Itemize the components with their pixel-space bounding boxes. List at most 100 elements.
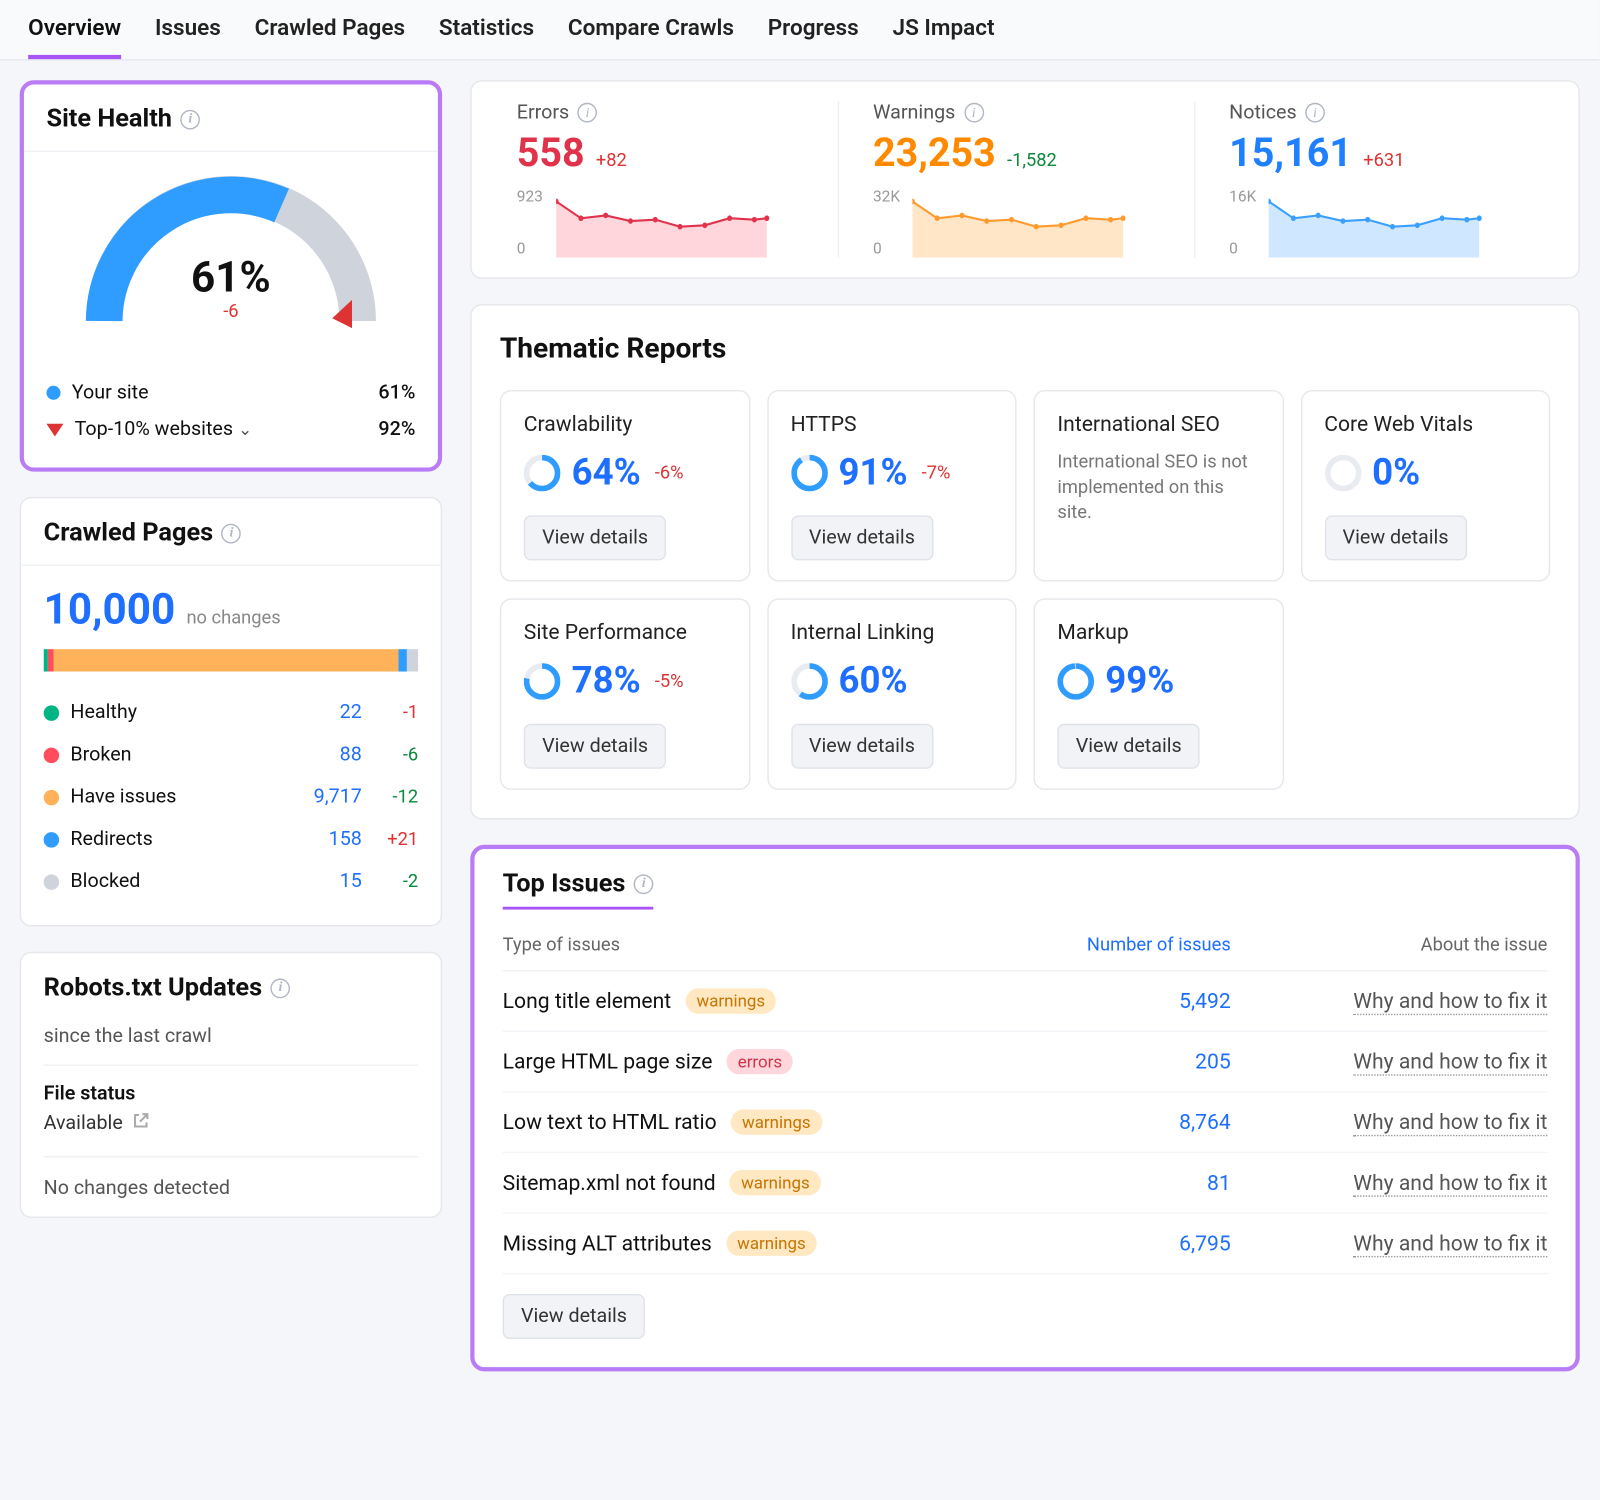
thematic-note: International SEO is not implemented on … <box>1057 451 1259 528</box>
crawled-count[interactable]: 158 <box>291 828 361 851</box>
thematic-card: Thematic Reports Crawlability64%-6%View … <box>470 304 1580 819</box>
legend-label: Your site <box>72 382 367 405</box>
metric-errors: Errorsi 558+82 923 0 <box>500 101 838 257</box>
crawled-count[interactable]: 22 <box>291 701 361 724</box>
issue-tag: warnings <box>730 1170 821 1195</box>
thematic-card-title: International SEO <box>1057 411 1259 436</box>
view-details-button[interactable]: View details <box>1057 724 1200 769</box>
view-details-button[interactable]: View details <box>524 515 667 560</box>
issue-count[interactable]: 81 <box>1009 1170 1231 1195</box>
legend-row: Your site 61% <box>46 375 415 412</box>
thematic-pct: 91% <box>838 452 907 494</box>
why-fix-link[interactable]: Why and how to fix it <box>1353 1231 1547 1258</box>
legend-label[interactable]: Top-10% websites ⌄ <box>75 418 368 441</box>
crawled-count[interactable]: 15 <box>291 870 361 893</box>
metric-number[interactable]: 558 <box>517 130 585 176</box>
robots-card: Robots.txt Updates i since the last craw… <box>20 952 442 1218</box>
thematic-card-internal-linking: Internal Linking60%View details <box>767 598 1017 789</box>
issue-count[interactable]: 6,795 <box>1009 1231 1231 1256</box>
issue-row: Low text to HTML ratiowarnings8,764Why a… <box>503 1093 1548 1154</box>
issue-count[interactable]: 205 <box>1009 1049 1231 1074</box>
info-icon[interactable]: i <box>271 978 291 998</box>
view-details-button[interactable]: View details <box>1324 515 1467 560</box>
why-fix-link[interactable]: Why and how to fix it <box>1353 1110 1547 1137</box>
legend-value: 61% <box>378 382 415 405</box>
robots-no-changes: No changes detected <box>44 1157 419 1199</box>
site-health-percent: 61% <box>76 253 386 302</box>
view-details-button[interactable]: View details <box>524 724 667 769</box>
legend-dot <box>44 789 59 804</box>
thematic-pct: 0% <box>1372 452 1420 494</box>
thematic-card-title: Internal Linking <box>791 620 993 645</box>
col-type: Type of issues <box>503 935 1010 956</box>
why-fix-link[interactable]: Why and how to fix it <box>1353 1170 1547 1197</box>
site-health-gauge: 61% -6 <box>76 166 386 335</box>
metric-title: Errors <box>517 101 569 124</box>
tab-crawled-pages[interactable]: Crawled Pages <box>255 14 405 59</box>
external-link-icon[interactable] <box>131 1111 151 1136</box>
issue-name: Large HTML page size <box>503 1049 713 1074</box>
thematic-card-title: Markup <box>1057 620 1259 645</box>
crawled-row: Healthy22-1 <box>44 691 419 733</box>
col-about: About the issue <box>1231 935 1548 956</box>
legend-dot <box>44 747 59 762</box>
issue-count[interactable]: 8,764 <box>1009 1110 1231 1135</box>
crawled-count[interactable]: 88 <box>291 743 361 766</box>
thematic-pct: 64% <box>572 452 641 494</box>
view-details-button[interactable]: View details <box>791 515 934 560</box>
info-icon[interactable]: i <box>964 103 984 123</box>
issue-tag: errors <box>726 1049 793 1074</box>
site-health-delta: -6 <box>76 301 386 322</box>
thematic-pct: 78% <box>572 660 641 702</box>
info-icon[interactable]: i <box>578 103 598 123</box>
tab-js-impact[interactable]: JS Impact <box>893 14 995 59</box>
site-health-title: Site Health <box>46 104 172 134</box>
metric-number[interactable]: 15,161 <box>1229 130 1352 176</box>
info-icon[interactable]: i <box>634 874 654 894</box>
crawled-count[interactable]: 9,717 <box>291 786 361 809</box>
thematic-pct: 99% <box>1105 660 1174 702</box>
thematic-card-https: HTTPS 91% -7% View details <box>767 390 1017 581</box>
tab-overview[interactable]: Overview <box>28 14 121 59</box>
col-count: Number of issues <box>1009 935 1231 956</box>
issue-row: Missing ALT attributeswarnings6,795Why a… <box>503 1214 1548 1275</box>
issue-tag: warnings <box>731 1110 822 1135</box>
legend-row: Top-10% websites ⌄ 92% <box>46 411 415 448</box>
view-details-button[interactable]: View details <box>791 724 934 769</box>
thematic-delta: -6% <box>655 463 684 484</box>
tab-compare-crawls[interactable]: Compare Crawls <box>568 14 734 59</box>
triangle-down-icon <box>46 423 63 436</box>
thematic-card-core-web-vitals: Core Web Vitals0%View details <box>1300 390 1550 581</box>
view-details-button[interactable]: View details <box>503 1294 646 1339</box>
info-icon[interactable]: i <box>1305 103 1325 123</box>
thematic-delta: -7% <box>922 463 951 484</box>
issue-row: Sitemap.xml not foundwarnings81Why and h… <box>503 1153 1548 1214</box>
crawled-row: Broken88-6 <box>44 734 419 776</box>
thematic-card-title: HTTPS <box>791 411 993 436</box>
metric-warnings: Warningsi 23,253-1,582 32K 0 <box>838 101 1194 257</box>
metric-title: Warnings <box>873 101 955 124</box>
info-icon[interactable]: i <box>180 109 200 129</box>
tab-issues[interactable]: Issues <box>155 14 221 59</box>
why-fix-link[interactable]: Why and how to fix it <box>1353 988 1547 1015</box>
crawled-delta: -12 <box>373 786 418 807</box>
thematic-card-markup: Markup 99% View details <box>1033 598 1283 789</box>
crawled-delta: +21 <box>373 829 418 850</box>
crawled-delta: -6 <box>373 744 418 765</box>
metric-number[interactable]: 23,253 <box>873 130 996 176</box>
crawled-label: Have issues <box>70 786 280 809</box>
why-fix-link[interactable]: Why and how to fix it <box>1353 1049 1547 1076</box>
info-icon[interactable]: i <box>222 523 242 543</box>
crawled-delta: -2 <box>373 871 418 892</box>
issue-count[interactable]: 5,492 <box>1009 988 1231 1013</box>
issue-row: Large HTML page size errors 205 Why and how… <box>503 1032 1548 1093</box>
tab-statistics[interactable]: Statistics <box>439 14 534 59</box>
file-status-value: Available <box>44 1112 123 1135</box>
site-health-card: Site Health i 61% -6 Your site 61% Top-10%… <box>20 80 442 471</box>
tab-progress[interactable]: Progress <box>768 14 859 59</box>
legend-value: 92% <box>378 418 415 441</box>
legend-dot <box>44 705 59 720</box>
sparkline: 32K 0 <box>873 187 1160 257</box>
crawled-label: Healthy <box>70 701 280 724</box>
crawled-pages-bar <box>44 649 419 672</box>
